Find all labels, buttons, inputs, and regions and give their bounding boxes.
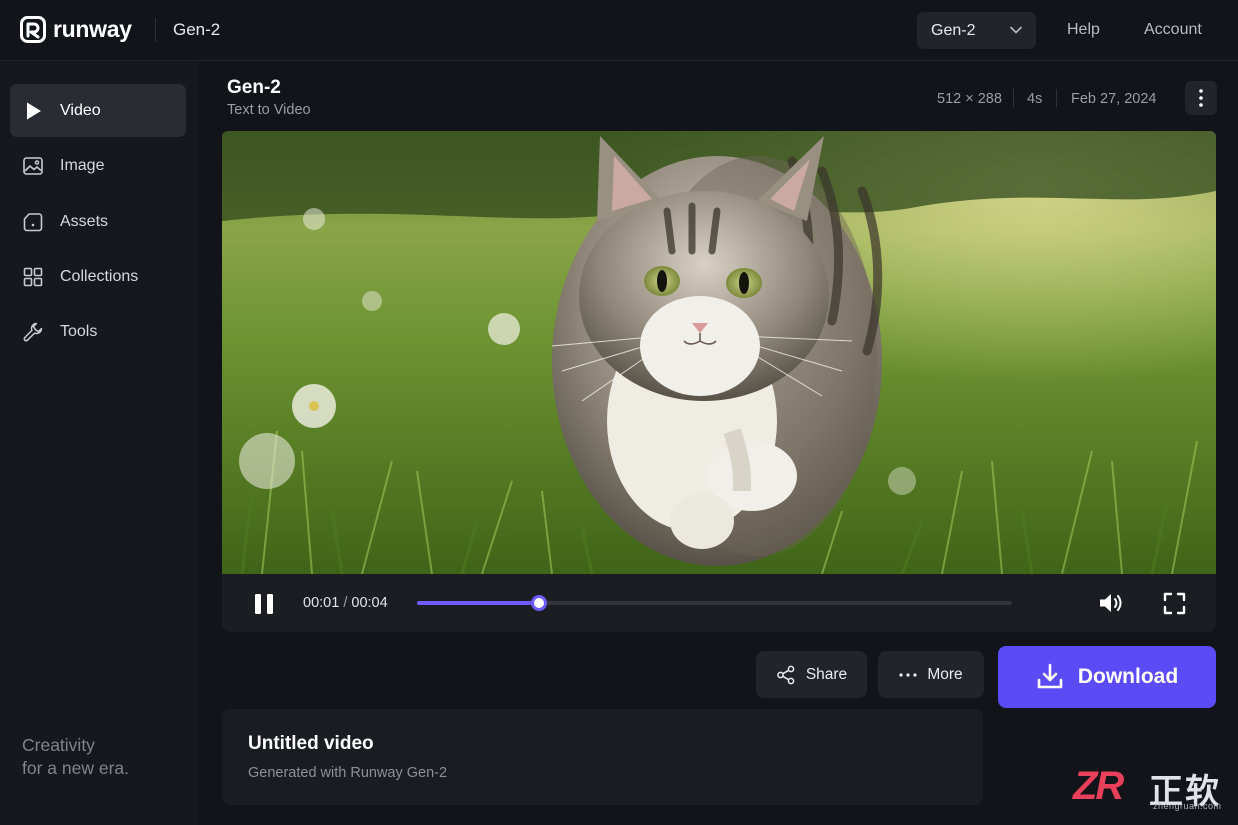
seek-bar[interactable] [417,595,1012,611]
horizontal-dots-icon [899,672,917,677]
video-frame-image [222,131,1216,574]
volume-icon[interactable] [1098,591,1124,615]
runway-logo-icon [20,16,46,43]
current-time: 00:01 [303,595,340,611]
sidebar-item-image[interactable]: Image [10,139,186,192]
brand-name: runway [53,16,132,42]
sidebar-item-label: Tools [60,322,98,340]
meta-resolution: 512 × 288 [937,91,1002,107]
video-controls: 00:01 / 00:04 [222,574,1216,632]
model-select-value: Gen-2 [931,21,976,39]
video-preview[interactable] [222,131,1216,574]
play-icon [27,102,41,119]
meta-divider [1056,89,1057,107]
help-link[interactable]: Help [1067,21,1100,39]
seek-bar-handle[interactable] [530,595,547,611]
model-select[interactable]: Gen-2 [917,12,1036,49]
brand-logo[interactable]: runway [20,16,132,43]
total-time: 00:04 [351,595,388,611]
meta-date: Feb 27, 2024 [1071,91,1157,107]
page-subtitle: Text to Video [227,102,311,118]
tagline-line1: Creativity [22,735,95,755]
image-icon [23,156,43,175]
watermark-url: zhengruan.com [1153,801,1222,811]
grid-icon [23,267,43,286]
sidebar-item-tools[interactable]: Tools [10,305,186,358]
seek-bar-progress [417,601,539,605]
share-label: Share [805,665,848,683]
sidebar: Video Image Assets Collections Tools Cre… [0,62,198,825]
vertical-dots-icon [1199,89,1203,107]
page-title: Gen-2 [227,77,281,98]
tagline-line2: for a new era. [22,758,129,778]
sidebar-item-label: Assets [60,212,109,230]
video-subtitle: Generated with Runway Gen-2 [248,765,448,781]
more-label: More [927,665,963,683]
sidebar-item-label: Collections [60,267,139,285]
time-separator: / [339,595,352,611]
video-info-card: Untitled video Generated with Runway Gen… [222,709,983,805]
top-bar: runway Gen-2 Gen-2 Help Account [0,0,1238,61]
watermark-logo: ZR 正软 zhengruan.com [1073,764,1233,814]
sidebar-item-collections[interactable]: Collections [10,250,186,303]
sidebar-item-assets[interactable]: Assets [10,195,186,248]
watermark-mark: ZR [1073,764,1124,808]
playback-time: 00:01 / 00:04 [303,595,388,611]
more-options-button[interactable] [1185,81,1217,115]
account-link[interactable]: Account [1144,21,1202,39]
sidebar-item-label: Video [60,101,101,119]
chevron-down-icon [1010,26,1022,34]
sidebar-item-label: Image [60,156,105,174]
sidebar-tagline: Creativity for a new era. [22,734,129,780]
folder-icon [23,212,43,231]
header-divider [155,18,156,42]
wrench-icon [23,322,43,341]
sidebar-item-video[interactable]: Video [10,84,186,137]
pause-icon[interactable] [252,592,276,616]
video-title[interactable]: Untitled video [248,733,374,755]
breadcrumb[interactable]: Gen-2 [173,20,220,40]
share-button[interactable]: Share [756,651,867,698]
more-button[interactable]: More [878,651,984,698]
share-icon [776,665,795,684]
download-icon [1037,663,1063,689]
meta-divider [1013,89,1014,107]
meta-duration: 4s [1027,91,1043,107]
download-button[interactable]: Download [998,646,1216,708]
fullscreen-icon[interactable] [1163,592,1186,615]
download-label: Download [1077,665,1179,688]
